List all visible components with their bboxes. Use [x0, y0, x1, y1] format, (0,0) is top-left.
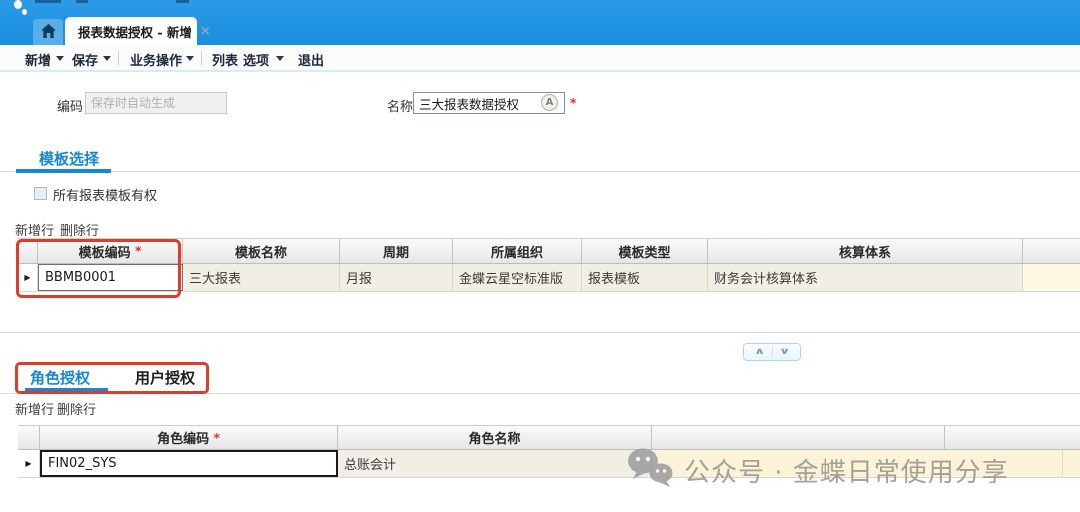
close-icon[interactable]: × [200, 25, 211, 38]
menu-exit[interactable]: 退出 [298, 50, 324, 69]
tab-report-data-auth[interactable]: 报表数据授权 - 新增 × [65, 17, 211, 45]
table-row: ▶ BBMB0001 三大报表 月报 金蝶云星空标准版 报表模板 财务会计核算体… [18, 264, 1080, 292]
col-role-code: 角色编码 * [40, 426, 338, 449]
active-tab-underline [16, 169, 111, 173]
cell-template-type[interactable]: 报表模板 [582, 264, 708, 291]
pill-separator [771, 347, 773, 357]
home-icon [40, 23, 56, 42]
section-divider [0, 332, 1080, 333]
chevron-down-icon[interactable] [56, 56, 64, 61]
code-label: 编码 [57, 100, 84, 115]
multilanguage-icon[interactable]: A [541, 94, 558, 111]
col-empty [945, 426, 1080, 449]
section-divider [0, 393, 1080, 394]
tab-template-select[interactable]: 模板选择 [39, 148, 99, 169]
template-grid: 模板编码 * 模板名称 周期 所属组织 模板类型 核算体系 ▶ BBMB0001… [18, 238, 1080, 292]
collapse-expand-control: ∧ ∨ [743, 343, 801, 361]
cell-role-code[interactable]: FIN02_SYS [40, 450, 338, 477]
col-period: 周期 [340, 239, 453, 263]
menu-new[interactable]: 新增 [25, 50, 51, 69]
title-bar: 报表数据授权 - 新增 × [0, 0, 1080, 45]
collapse-up-icon[interactable]: ∧ [754, 347, 765, 357]
col-org: 所属组织 [453, 239, 582, 263]
cell-template-code[interactable]: BBMB0001 [38, 264, 183, 291]
add-row-button[interactable]: 新增行 [15, 220, 54, 239]
role-grid: 角色编码 * 角色名称 ▶ FIN02_SYS 总账会计 [18, 425, 1080, 478]
col-accounting-system: 核算体系 [708, 239, 1023, 263]
row-marker-icon: ▶ [18, 450, 40, 477]
name-label: 名称 [387, 100, 414, 115]
window-edge-fragment [35, 0, 61, 3]
role-grid-header: 角色编码 * 角色名称 [18, 425, 1080, 450]
logo-dot [14, 0, 22, 9]
row-marker-header [18, 239, 38, 263]
tab-role-auth[interactable]: 角色授权 [30, 367, 90, 388]
active-tab-underline [25, 388, 108, 392]
cell-empty[interactable] [1023, 264, 1080, 291]
required-asterisk: * [213, 430, 220, 445]
template-grid-header: 模板编码 * 模板名称 周期 所属组织 模板类型 核算体系 [18, 238, 1080, 264]
menu-separator [118, 51, 119, 65]
cell-org[interactable]: 金蝶云星空标准版 [453, 264, 582, 291]
cell-empty[interactable] [652, 450, 1063, 477]
code-input [85, 92, 227, 114]
menu-bar: 新增 保存 业务操作 列表 选项 退出 [0, 45, 1080, 72]
col-template-code: 模板编码 * [38, 239, 183, 263]
required-asterisk: * [135, 244, 142, 258]
all-templates-checkbox-label: 所有报表模板有权 [53, 189, 158, 204]
delete-row-button[interactable]: 删除行 [57, 399, 96, 418]
home-tab[interactable] [33, 19, 63, 45]
row-marker-icon: ▶ [18, 264, 38, 291]
chevron-down-icon[interactable] [186, 56, 194, 61]
menu-separator [201, 51, 202, 65]
logo-dot [22, 9, 27, 15]
col-empty [1023, 239, 1080, 263]
collapse-down-icon[interactable]: ∨ [779, 347, 790, 357]
delete-row-button[interactable]: 删除行 [60, 220, 99, 239]
cell-template-name[interactable]: 三大报表 [183, 264, 340, 291]
all-templates-checkbox[interactable] [34, 187, 47, 200]
cell-empty[interactable] [1063, 450, 1080, 477]
cell-accounting-system[interactable]: 财务会计核算体系 [708, 264, 1023, 291]
chevron-down-icon[interactable] [103, 56, 111, 61]
section-divider [0, 171, 1080, 172]
menu-list[interactable]: 列表 [212, 50, 238, 69]
col-role-name: 角色名称 [338, 426, 652, 449]
col-template-name: 模板名称 [183, 239, 340, 263]
chevron-down-icon[interactable] [276, 56, 284, 61]
add-row-button[interactable]: 新增行 [15, 399, 54, 418]
window-edge-fragment [76, 0, 88, 3]
menu-save[interactable]: 保存 [72, 50, 98, 69]
row-marker-header [18, 426, 40, 449]
menu-options[interactable]: 选项 [243, 50, 269, 69]
tab-title: 报表数据授权 - 新增 [78, 24, 192, 40]
col-empty [652, 426, 945, 449]
cell-role-name[interactable]: 总账会计 [338, 450, 652, 477]
menu-business-ops[interactable]: 业务操作 [130, 50, 182, 69]
tab-user-auth[interactable]: 用户授权 [135, 367, 195, 388]
required-asterisk: * [570, 96, 577, 110]
col-template-type: 模板类型 [582, 239, 708, 263]
table-row: ▶ FIN02_SYS 总账会计 [18, 450, 1080, 478]
window-edge-fragment [176, 0, 189, 3]
cell-period[interactable]: 月报 [340, 264, 453, 291]
